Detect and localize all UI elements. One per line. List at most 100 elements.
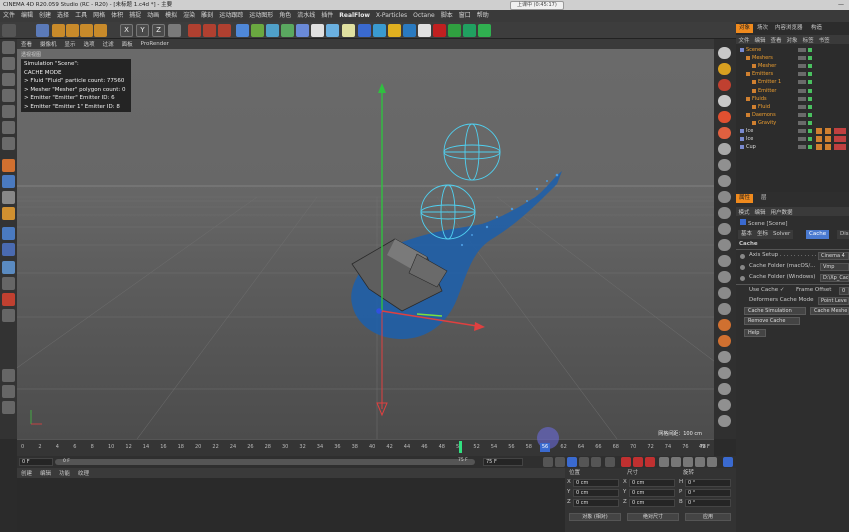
x-axis-toggle[interactable]: X (120, 24, 133, 37)
texture-mode-icon[interactable] (2, 73, 15, 86)
edges-mode-icon[interactable] (2, 121, 15, 134)
xp-sphere-icon[interactable] (718, 367, 731, 379)
viewport-menu-4[interactable]: 过滤 (99, 40, 118, 48)
sculpt-icon[interactable] (2, 277, 15, 290)
xp-group-side-icon[interactable] (718, 143, 731, 155)
menu-10[interactable]: 渲染 (180, 10, 198, 22)
xp-system-icon[interactable] (358, 24, 371, 37)
visibility-dots[interactable] (798, 112, 806, 117)
menu-22[interactable]: 帮助 (474, 10, 492, 22)
enabled-check[interactable] (808, 129, 812, 133)
visibility-dots[interactable] (798, 145, 806, 150)
material-menu-1[interactable]: 编辑 (36, 469, 55, 477)
xp-question-side-icon[interactable] (718, 95, 731, 107)
menu-6[interactable]: 体积 (108, 10, 126, 22)
param-key-icon[interactable] (695, 457, 705, 467)
cache-meshes-button[interactable]: Cache Meshe (810, 307, 849, 315)
object-row[interactable]: Scene (736, 46, 849, 54)
menu-1[interactable]: 编辑 (18, 10, 36, 22)
xp-emitter-icon[interactable] (373, 24, 386, 37)
object-menu-5[interactable]: 书签 (816, 36, 832, 44)
menu-16[interactable]: 插件 (318, 10, 336, 22)
pla-key-icon[interactable] (707, 457, 717, 467)
xp-geometry-icon[interactable] (718, 271, 731, 283)
object-menu-0[interactable]: 文件 (736, 36, 752, 44)
visibility-dots[interactable] (798, 64, 806, 69)
viewport-menu-5[interactable]: 面板 (118, 40, 137, 48)
visibility-dots[interactable] (798, 96, 806, 101)
workplane-icon[interactable] (2, 89, 15, 102)
frame-offset-field[interactable]: 0 (839, 287, 849, 295)
remove-cache-button[interactable]: Remove Cache (744, 317, 800, 325)
polygons-mode-icon[interactable] (2, 137, 15, 150)
xp-fire-icon[interactable] (718, 111, 731, 123)
undo-icon[interactable] (2, 24, 16, 37)
xp-shader-icon[interactable] (718, 207, 731, 219)
visibility-dots[interactable] (798, 88, 806, 93)
tweak-icon[interactable] (2, 175, 15, 188)
rotation-field[interactable]: 0 ° (685, 479, 731, 487)
enabled-check[interactable] (808, 145, 812, 150)
z-axis-toggle[interactable]: Z (152, 24, 165, 37)
prev-key-icon[interactable] (555, 457, 565, 467)
enabled-check[interactable] (808, 96, 812, 101)
menu-19[interactable]: Octane (410, 10, 438, 22)
object-row[interactable]: Cup (736, 143, 849, 151)
xp-trail-icon[interactable] (718, 175, 731, 187)
size-field[interactable]: 0 cm (629, 489, 675, 497)
enabled-check[interactable] (808, 104, 812, 109)
enabled-check[interactable] (808, 72, 812, 77)
xp-action-icon[interactable] (448, 24, 461, 37)
object-row[interactable]: Fluid (736, 103, 849, 111)
size-field[interactable]: 0 cm (629, 499, 675, 507)
deformer-icon[interactable] (296, 24, 309, 37)
menu-7[interactable]: 捕捉 (126, 10, 144, 22)
xp-generator-icon[interactable] (388, 24, 401, 37)
render-settings-icon[interactable] (218, 24, 231, 37)
menu-3[interactable]: 选择 (54, 10, 72, 22)
menu-17[interactable]: RealFlow (336, 10, 373, 22)
xp-explode-icon[interactable] (718, 303, 731, 315)
size-mode-select[interactable]: 绝对尺寸 (627, 513, 679, 521)
object-menu-3[interactable]: 对象 (784, 36, 800, 44)
menu-13[interactable]: 运动图形 (246, 10, 276, 22)
light-icon[interactable] (342, 24, 355, 37)
enabled-check[interactable] (808, 120, 812, 125)
object-tab-2[interactable]: 内容浏览器 (772, 24, 806, 33)
axis-setup-radio[interactable] (740, 254, 745, 259)
enabled-check[interactable] (808, 48, 812, 52)
enabled-check[interactable] (808, 56, 812, 61)
enabled-check[interactable] (808, 137, 812, 142)
solo-icon[interactable] (2, 227, 15, 240)
cache-folder-win-field[interactable]: D:\Xp_Cach (820, 274, 849, 282)
recent-tool-icon[interactable] (94, 24, 107, 37)
xp-cache-side-icon[interactable] (718, 79, 731, 91)
menu-2[interactable]: 创建 (36, 10, 54, 22)
visibility-dots[interactable] (798, 137, 806, 142)
object-menu-2[interactable]: 查看 (768, 36, 784, 44)
xp-dynamics-icon[interactable] (718, 223, 731, 235)
position-field[interactable]: 0 cm (573, 489, 619, 497)
xp-fluid-icon[interactable] (718, 255, 731, 267)
xp-fragment-icon[interactable] (718, 287, 731, 299)
material-menu-2[interactable]: 功能 (55, 469, 74, 477)
material-menu-0[interactable]: 创建 (17, 469, 36, 477)
xp-sphere2-icon[interactable] (718, 415, 731, 427)
attribute-subtab-0[interactable]: 基本 (738, 230, 756, 239)
enabled-check[interactable] (808, 88, 812, 93)
model-mode-icon[interactable] (2, 57, 15, 70)
viewport-menu-2[interactable]: 显示 (61, 40, 80, 48)
xp-ball-icon[interactable] (718, 383, 731, 395)
menu-14[interactable]: 角色 (276, 10, 294, 22)
enabled-check[interactable] (808, 64, 812, 69)
current-frame-marker[interactable]: 56 (540, 443, 550, 452)
render-view-icon[interactable] (188, 24, 201, 37)
object-row[interactable]: Mesher (736, 62, 849, 70)
position-field[interactable]: 0 cm (573, 499, 619, 507)
viewport-menu-6[interactable]: ProRender (137, 41, 173, 47)
menu-18[interactable]: X-Particles (373, 10, 410, 22)
viewport-menu-1[interactable]: 摄像机 (36, 40, 61, 48)
viewport-solo-icon[interactable] (2, 243, 15, 256)
spline-pen-icon[interactable] (251, 24, 264, 37)
menu-12[interactable]: 运动跟踪 (216, 10, 246, 22)
